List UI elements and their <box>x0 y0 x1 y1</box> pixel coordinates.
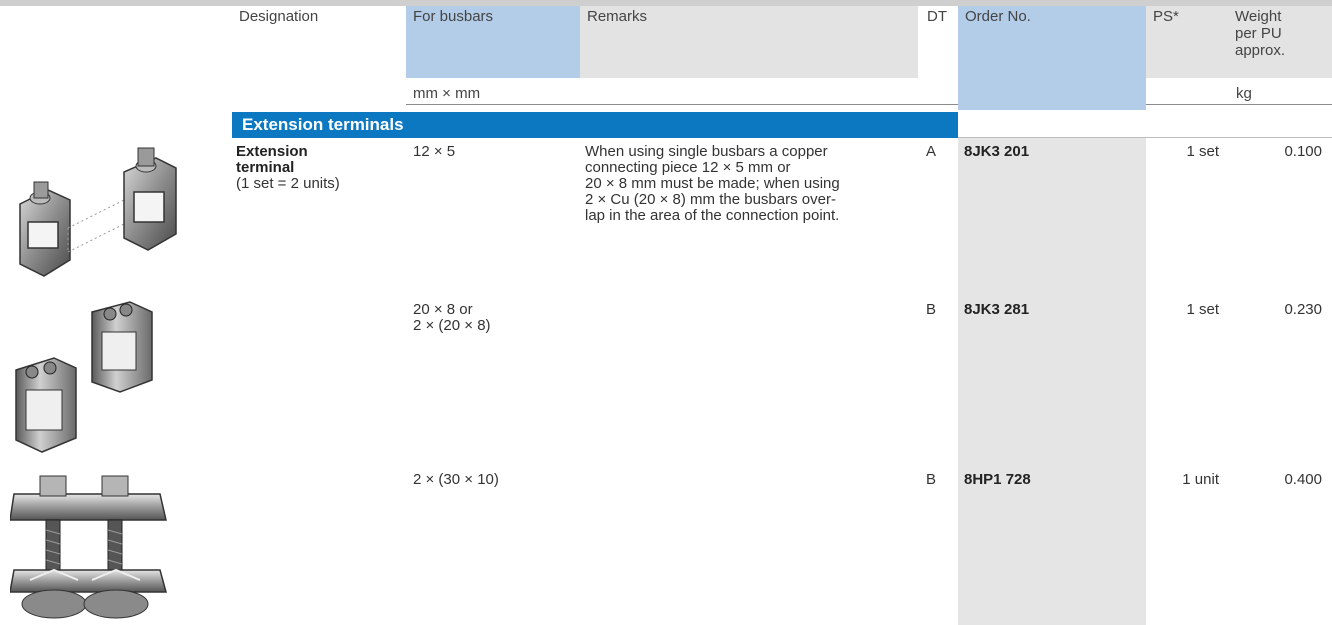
designation-note: (1 set = 2 units) <box>236 175 340 192</box>
extension-terminal-clamp-photo <box>15 301 153 453</box>
header-weight-line-3: approx. <box>1235 42 1286 59</box>
order-column-background <box>958 138 1146 625</box>
row-3-weight: 0.400 <box>1284 471 1322 488</box>
row-3-busbars: 2 × (30 × 10) <box>413 471 499 488</box>
designation-name-line-2: terminal <box>236 159 295 176</box>
row-1-weight: 0.100 <box>1284 143 1322 160</box>
row-1-busbars: 12 × 5 <box>413 143 456 160</box>
row-3-dt: B <box>926 471 937 488</box>
row-2-dt: B <box>926 301 937 318</box>
header-dt: DT <box>918 6 958 78</box>
unit-weight: kg <box>1236 85 1252 102</box>
designation-cell: Extension terminal (1 set = 2 units) <box>236 144 401 192</box>
header-order-no: Order No. <box>958 6 1146 110</box>
designation-name-line-1: Extension <box>236 143 308 160</box>
header-weight-line-1: Weight <box>1235 8 1282 25</box>
row-2-ps: 1 set <box>1186 301 1219 318</box>
row-2-busbars-line-2: 2 × (20 × 8) <box>413 317 491 334</box>
row-1-remarks-line-3: 20 × 8 mm must be made; when using <box>585 175 840 192</box>
header-for-busbars: For busbars <box>406 6 580 78</box>
row-3-ps: 1 unit <box>1182 471 1219 488</box>
row-2-weight: 0.230 <box>1284 301 1322 318</box>
row-2-busbars: 20 × 8 or 2 × (20 × 8) <box>413 302 491 334</box>
header-designation: Designation <box>232 6 406 78</box>
row-2-order-no: 8JK3 281 <box>964 301 1030 318</box>
row-2-busbars-line-1: 20 × 8 or <box>413 301 473 318</box>
row-3-order-no: 8HP1 728 <box>964 471 1031 488</box>
header-ps: PS* <box>1146 6 1228 78</box>
unit-underline-left <box>406 104 958 105</box>
header-remarks: Remarks <box>580 6 918 78</box>
header-weight: Weight per PU approx. <box>1228 6 1332 78</box>
row-1-remarks-line-4: 2 × Cu (20 × 8) mm the busbars over- <box>585 191 836 208</box>
row-1-ps: 1 set <box>1186 143 1219 160</box>
row-1-remarks-line-1: When using single busbars a copper <box>585 143 828 160</box>
unit-underline-right <box>1146 104 1332 105</box>
row-1-remarks: When using single busbars a copper conne… <box>585 144 915 224</box>
section-underline <box>958 137 1332 138</box>
unit-busbars: mm × mm <box>413 85 481 102</box>
row-1-order-no: 8JK3 201 <box>964 143 1030 160</box>
row-1-dt: A <box>926 143 937 160</box>
row-1-remarks-line-2: connecting piece 12 × 5 mm or <box>585 159 791 176</box>
row-1-remarks-line-5: lap in the area of the connection point. <box>585 207 840 224</box>
extension-terminal-pair-photo <box>19 147 177 277</box>
section-title: Extension terminals <box>232 112 958 138</box>
double-bolt-clamp-photo <box>10 475 167 619</box>
header-weight-line-2: per PU <box>1235 25 1282 42</box>
